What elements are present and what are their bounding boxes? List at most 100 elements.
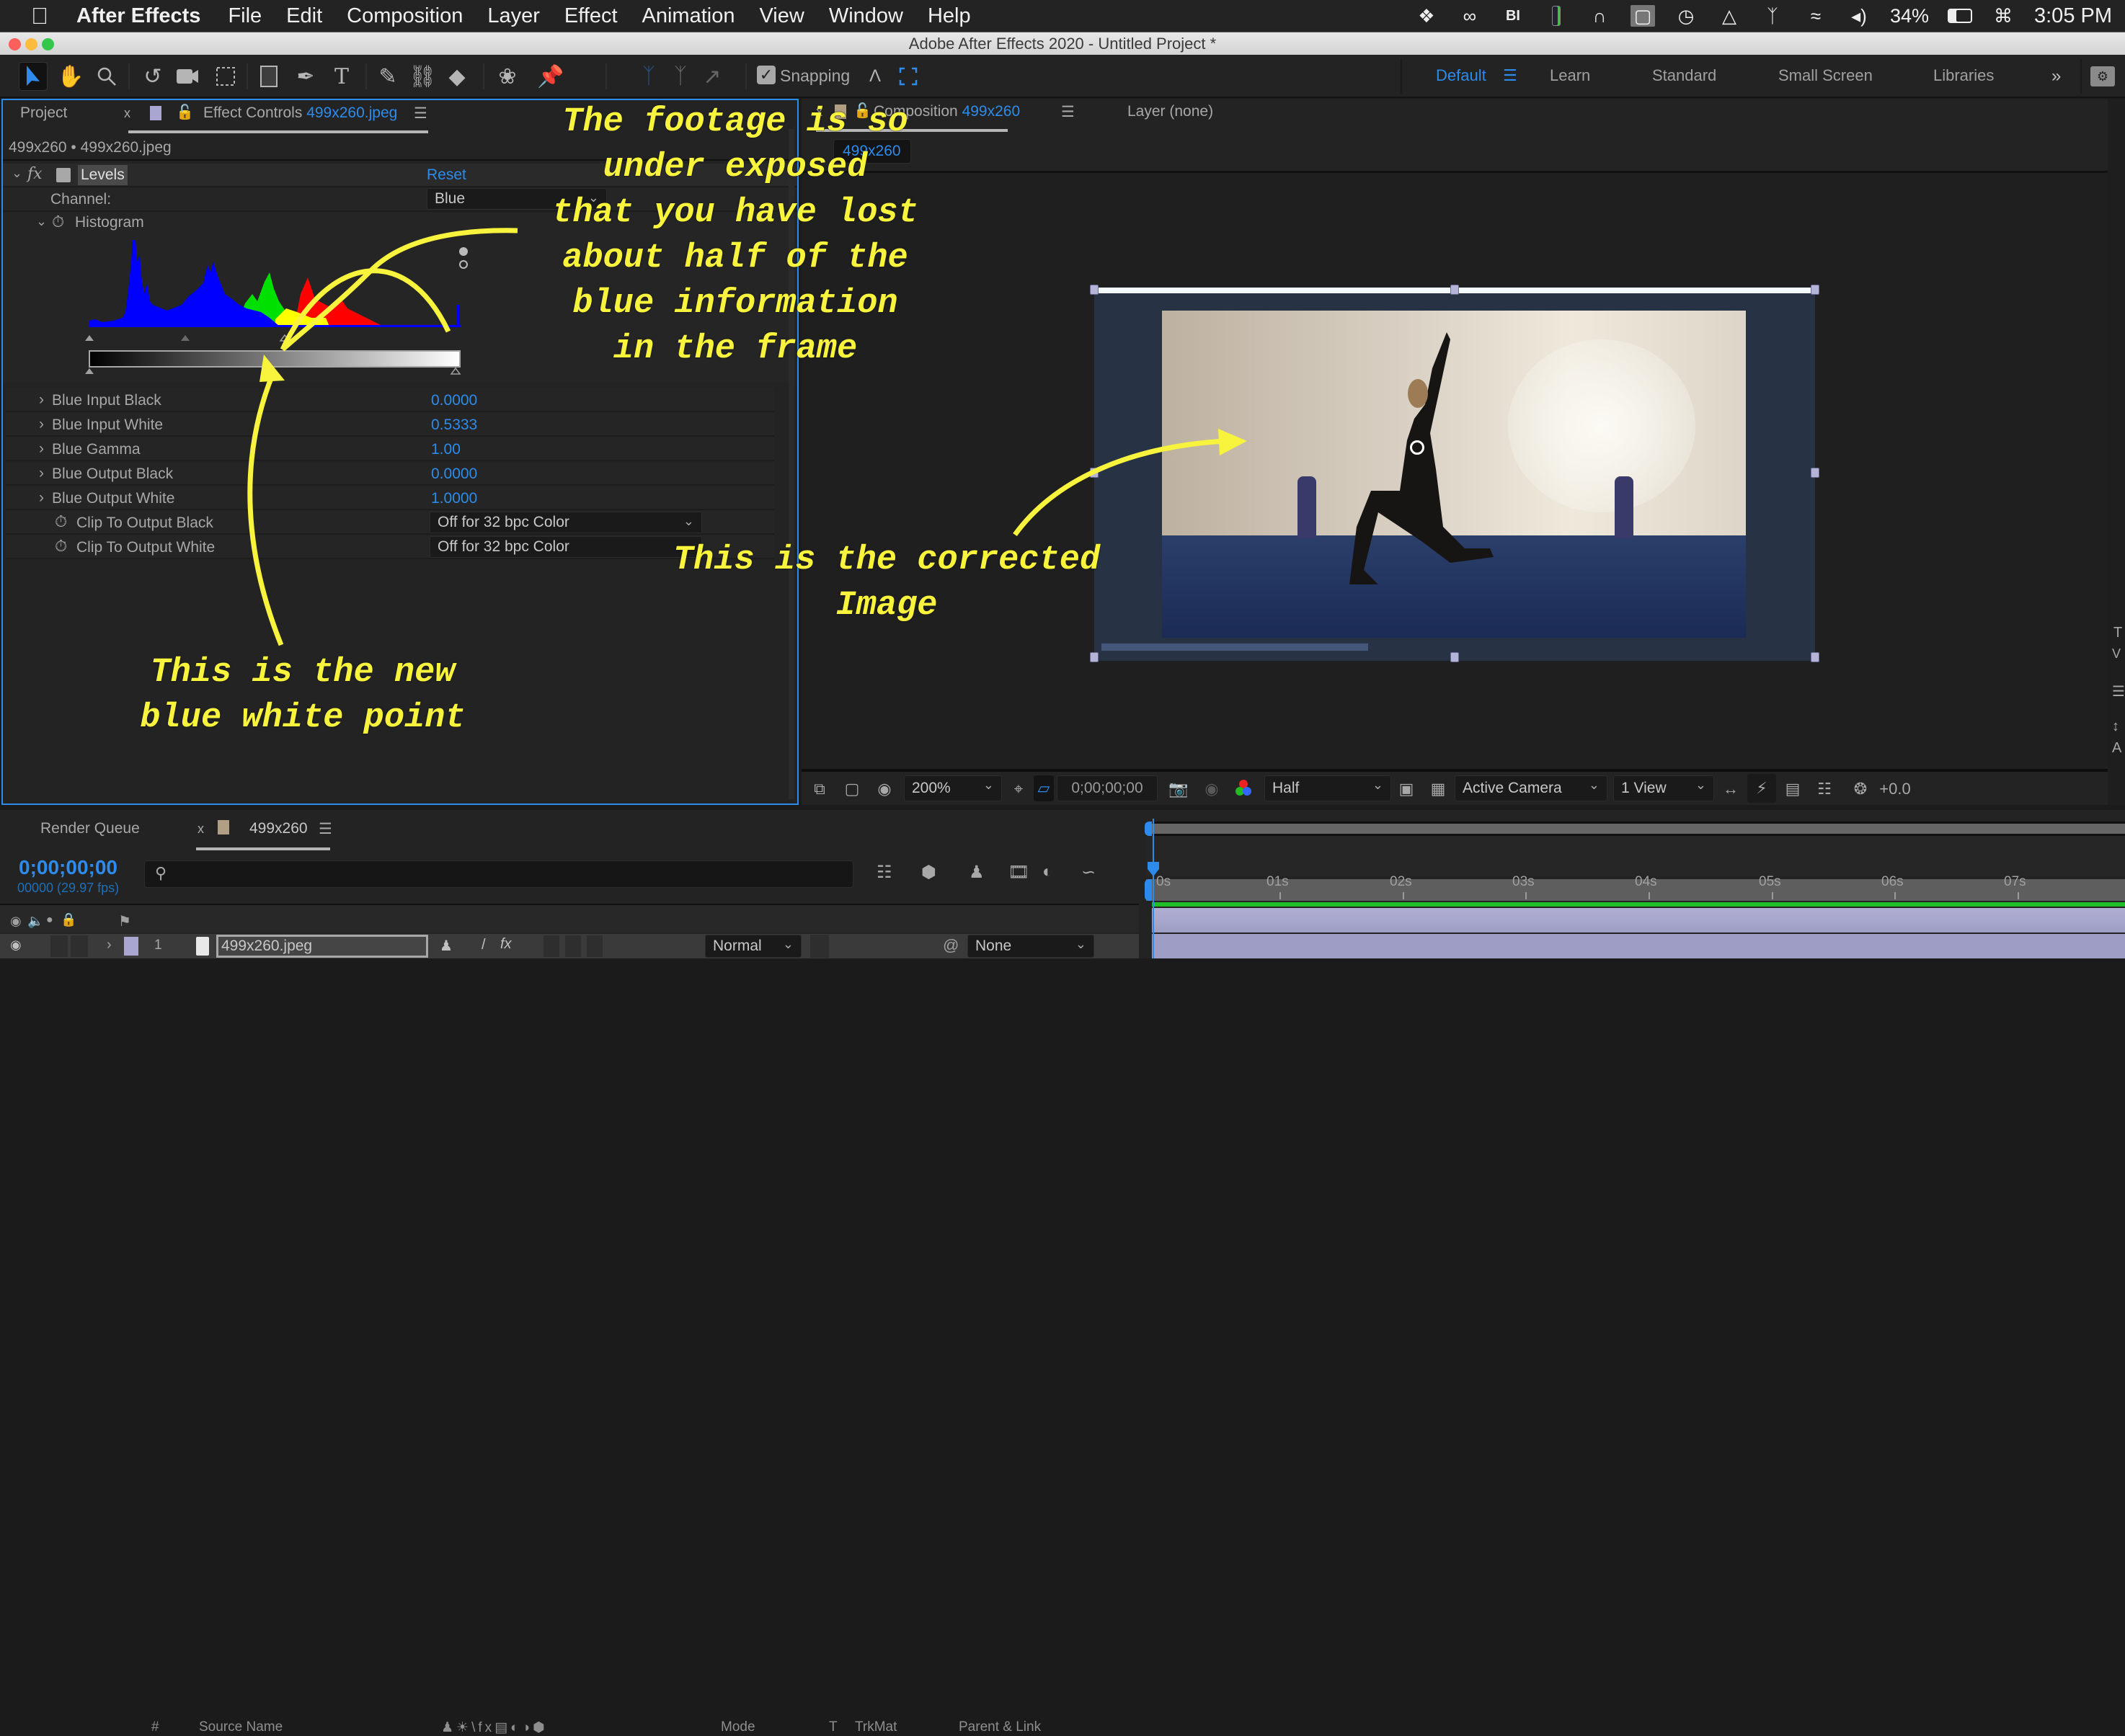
layer-search-input[interactable]: ⚲ bbox=[144, 860, 853, 888]
puppet-tool[interactable]: 📌 bbox=[536, 62, 565, 91]
resolution-dropdown[interactable]: Half ⌄ bbox=[1264, 775, 1391, 801]
workspace-libraries[interactable]: Libraries bbox=[1933, 66, 1994, 85]
time-machine-icon[interactable]: ◷ bbox=[1674, 5, 1698, 27]
channel-toggle[interactable] bbox=[1233, 777, 1254, 801]
lock-switch-icon[interactable]: 🔒 bbox=[61, 912, 76, 927]
layer-duration-bar[interactable] bbox=[1152, 908, 2125, 932]
input-gamma-slider[interactable] bbox=[181, 335, 190, 341]
minimize-window-button[interactable] bbox=[25, 38, 37, 50]
expand-chevron-icon[interactable]: › bbox=[39, 465, 44, 482]
transform-handle[interactable] bbox=[1811, 468, 1819, 478]
rotation-tool[interactable]: ↺ bbox=[138, 62, 167, 91]
clip-black-dropdown[interactable]: Off for 32 bpc Color ⌄ bbox=[430, 512, 702, 533]
input-levels-sliders[interactable] bbox=[81, 325, 470, 383]
adjustment-switch[interactable] bbox=[587, 935, 603, 957]
audio-switch-icon[interactable]: 🔈 bbox=[27, 914, 43, 929]
workspace-learn[interactable]: Learn bbox=[1550, 66, 1590, 85]
toggle-pixel-aspect[interactable]: ↔ bbox=[1720, 777, 1742, 801]
brush-tool[interactable]: ✎ bbox=[373, 62, 402, 91]
expand-chevron-icon[interactable]: › bbox=[39, 391, 44, 409]
motion-blur-switch[interactable] bbox=[565, 935, 581, 957]
property-value[interactable]: 0.0000 bbox=[431, 466, 477, 483]
histogram-individual-channels-toggle[interactable] bbox=[459, 247, 468, 256]
histogram-composite-toggle[interactable] bbox=[459, 260, 468, 269]
fx-switch[interactable]: fx bbox=[500, 936, 512, 953]
pen-tool[interactable]: ✒ bbox=[291, 62, 320, 91]
layer-expand-chevron-icon[interactable]: › bbox=[107, 937, 112, 953]
comp-canvas-layer[interactable] bbox=[1090, 285, 1819, 662]
workspace-default[interactable]: Default bbox=[1436, 66, 1486, 85]
expand-chevron-icon[interactable]: › bbox=[39, 489, 44, 507]
layer-label-color[interactable] bbox=[124, 937, 138, 956]
shy-switch-icon[interactable]: ♟ bbox=[440, 937, 453, 955]
visibility-eye-icon[interactable]: ◉ bbox=[10, 938, 22, 953]
frame-blend-switch[interactable] bbox=[544, 935, 559, 957]
reset-button[interactable]: Reset bbox=[427, 166, 466, 184]
type-tool[interactable]: T bbox=[327, 62, 356, 91]
solo-switch-icon[interactable]: ● bbox=[46, 914, 53, 927]
histogram-chevron-icon[interactable]: ⌄ bbox=[36, 214, 47, 229]
selection-tool[interactable] bbox=[19, 62, 48, 91]
transparency-grid-toggle[interactable]: ▦ bbox=[1427, 777, 1449, 801]
solo-toggle[interactable] bbox=[50, 935, 68, 957]
workspace-settings-button[interactable]: ⚙ bbox=[2090, 66, 2115, 86]
work-area-start-handle[interactable] bbox=[1145, 879, 1152, 901]
menu-edit[interactable]: Edit bbox=[286, 4, 322, 28]
property-value[interactable]: 1.0000 bbox=[431, 490, 477, 507]
time-ruler[interactable] bbox=[1146, 836, 2125, 876]
output-white-slider[interactable] bbox=[450, 367, 461, 375]
expand-chevron-icon[interactable]: › bbox=[39, 440, 44, 458]
wifi-icon[interactable]: ≈ bbox=[1804, 5, 1828, 27]
close-window-button[interactable] bbox=[9, 38, 21, 50]
clone-stamp-tool[interactable]: ⛓ bbox=[408, 62, 437, 91]
layer-duration-bar-row[interactable] bbox=[1152, 934, 2125, 958]
transform-handle[interactable] bbox=[1811, 652, 1819, 662]
fast-previews-button[interactable]: ⚡ bbox=[1747, 774, 1776, 803]
local-axis-mode[interactable]: ᛉ bbox=[634, 62, 663, 91]
camera-tool[interactable] bbox=[173, 62, 202, 91]
keyboard-icon[interactable]: ⌘ bbox=[1991, 5, 2015, 27]
battery-icon[interactable] bbox=[1948, 5, 1972, 27]
zoom-window-button[interactable] bbox=[42, 38, 54, 50]
zoom-tool[interactable] bbox=[92, 62, 121, 91]
right-panel-strip[interactable]: T V ☰ ↕ A bbox=[2108, 99, 2125, 805]
show-snapshot-button[interactable]: ◉ bbox=[1201, 777, 1223, 801]
property-value[interactable]: 1.00 bbox=[431, 441, 461, 458]
layer-row[interactable]: ◉ › 1 499x260.jpeg ♟ / fx Normal ⌄ @ Non… bbox=[0, 934, 1139, 958]
flowchart-button[interactable]: ☷ bbox=[1814, 777, 1835, 801]
timeline-tab-close-button[interactable]: x bbox=[198, 822, 204, 837]
menu-effect[interactable]: Effect bbox=[564, 4, 618, 28]
time-navigator[interactable] bbox=[1146, 822, 2125, 836]
workspace-standard[interactable]: Standard bbox=[1652, 66, 1716, 85]
track-matte-field[interactable] bbox=[810, 935, 829, 958]
exposure-reset-button[interactable]: ❂ bbox=[1850, 777, 1871, 801]
comp-panel-menu-icon[interactable]: ☰ bbox=[1061, 103, 1075, 121]
comp-mini-flowchart-button[interactable]: ☷ bbox=[877, 862, 892, 883]
property-value[interactable]: 0.0000 bbox=[431, 392, 477, 409]
tab-project[interactable]: Project bbox=[20, 104, 67, 122]
property-row[interactable]: › Blue Output Black 0.0000 bbox=[6, 462, 774, 486]
menu-help[interactable]: Help bbox=[928, 4, 971, 28]
snapshot-button[interactable]: 📷 bbox=[1168, 777, 1189, 801]
menu-animation[interactable]: Animation bbox=[642, 4, 735, 28]
view-layout-dropdown[interactable]: 1 View ⌄ bbox=[1613, 775, 1714, 801]
frame-blending-button[interactable]: 🎞 bbox=[1008, 862, 1029, 883]
magnification-dropdown[interactable]: 200% ⌄ bbox=[904, 775, 1002, 801]
anchor-point-icon[interactable] bbox=[1410, 440, 1424, 455]
menu-layer[interactable]: Layer bbox=[487, 4, 540, 28]
tab-render-queue[interactable]: Render Queue bbox=[40, 820, 140, 837]
always-preview-toggle[interactable]: ⧉ bbox=[810, 777, 829, 801]
transform-handle[interactable] bbox=[1811, 285, 1819, 295]
snap-edges-toggle[interactable]: Λ bbox=[861, 62, 890, 91]
stopwatch-icon[interactable]: ⏱ bbox=[55, 512, 67, 531]
playhead-line[interactable] bbox=[1153, 819, 1154, 958]
tab-effect-controls[interactable]: Effect Controls 499x260.jpeg bbox=[203, 104, 397, 122]
shy-layers-button[interactable]: ♟ bbox=[969, 862, 985, 883]
apple-icon[interactable]:  bbox=[29, 4, 50, 28]
display-icon[interactable]: ▢ bbox=[1630, 5, 1655, 27]
transform-handle[interactable] bbox=[1090, 468, 1099, 478]
roto-brush-tool[interactable]: ❀ bbox=[493, 62, 522, 91]
transform-handle[interactable] bbox=[1090, 652, 1099, 662]
pan-behind-tool[interactable] bbox=[211, 62, 240, 91]
menu-file[interactable]: File bbox=[228, 4, 262, 28]
